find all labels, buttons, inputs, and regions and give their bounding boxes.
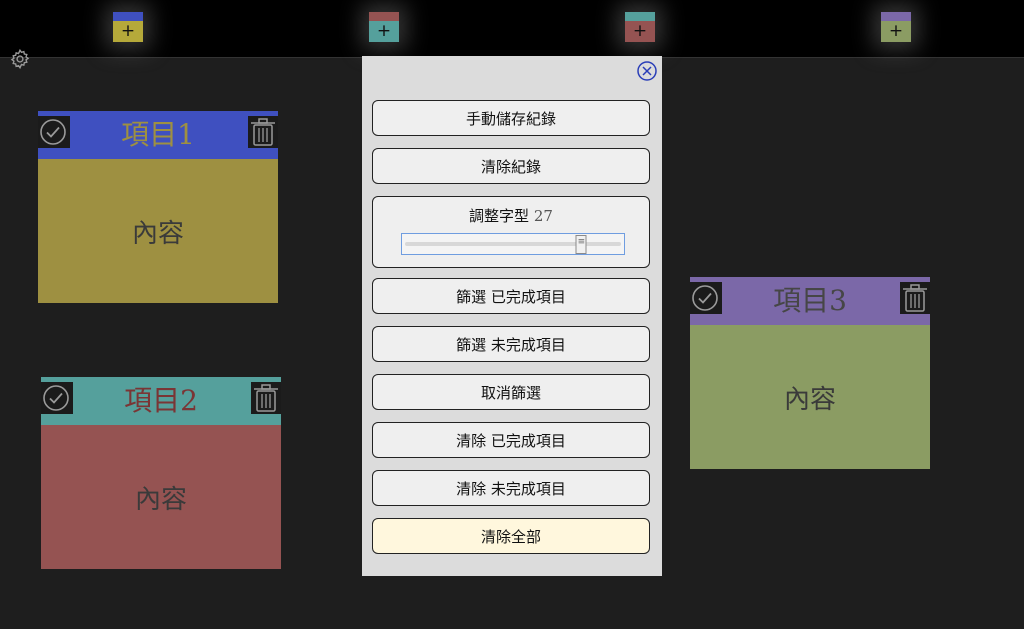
note-title[interactable]: 項目1 (78, 111, 238, 159)
check-circle-icon[interactable] (38, 116, 70, 148)
gear-icon[interactable] (9, 48, 31, 70)
font-size-label: 調整字型 27 (373, 205, 649, 226)
plus-icon: + (376, 21, 392, 41)
add-note-button-4[interactable]: + (881, 12, 911, 42)
settings-panel: 手動儲存紀錄 清除紀錄 調整字型 27 篩選 已完成項目 篩選 未完成項目 取消… (362, 56, 662, 576)
manual-save-button[interactable]: 手動儲存紀錄 (372, 100, 650, 136)
filter-done-button[interactable]: 篩選 已完成項目 (372, 278, 650, 314)
plus-icon: + (632, 21, 648, 41)
note-title[interactable]: 項目2 (81, 377, 241, 425)
cancel-filter-button[interactable]: 取消篩選 (372, 374, 650, 410)
font-size-slider[interactable] (401, 233, 625, 255)
note-card-2: 項目2 內容 (41, 377, 281, 569)
font-size-control: 調整字型 27 (372, 196, 650, 268)
font-adjust-text: 調整字型 (469, 207, 530, 225)
check-circle-icon[interactable] (41, 382, 73, 414)
add-note-button-2[interactable]: + (369, 12, 399, 42)
note-content[interactable]: 內容 (41, 425, 281, 569)
clear-done-button[interactable]: 清除 已完成項目 (372, 422, 650, 458)
close-circle-icon[interactable] (636, 60, 658, 82)
clear-undone-button[interactable]: 清除 未完成項目 (372, 470, 650, 506)
note-content[interactable]: 內容 (690, 325, 930, 469)
note-card-1: 項目1 內容 (38, 111, 278, 303)
note-card-3: 項目3 內容 (690, 277, 930, 469)
add-note-button-3[interactable]: + (625, 12, 655, 42)
slider-track (405, 242, 621, 246)
check-circle-icon[interactable] (690, 282, 722, 314)
note-header: 項目1 (38, 111, 278, 159)
clear-all-button[interactable]: 清除全部 (372, 518, 650, 554)
plus-icon: + (120, 21, 136, 41)
note-content[interactable]: 內容 (38, 159, 278, 303)
trash-icon[interactable] (251, 382, 281, 414)
top-toolbar: + + + + (0, 0, 1024, 58)
slider-thumb[interactable] (575, 235, 587, 254)
plus-icon: + (888, 21, 904, 41)
add-note-button-1[interactable]: + (113, 12, 143, 42)
note-header: 項目2 (41, 377, 281, 425)
note-title[interactable]: 項目3 (730, 277, 890, 325)
trash-icon[interactable] (900, 282, 930, 314)
font-size-value: 27 (533, 207, 553, 225)
trash-icon[interactable] (248, 116, 278, 148)
clear-log-button[interactable]: 清除紀錄 (372, 148, 650, 184)
note-header: 項目3 (690, 277, 930, 325)
filter-undone-button[interactable]: 篩選 未完成項目 (372, 326, 650, 362)
